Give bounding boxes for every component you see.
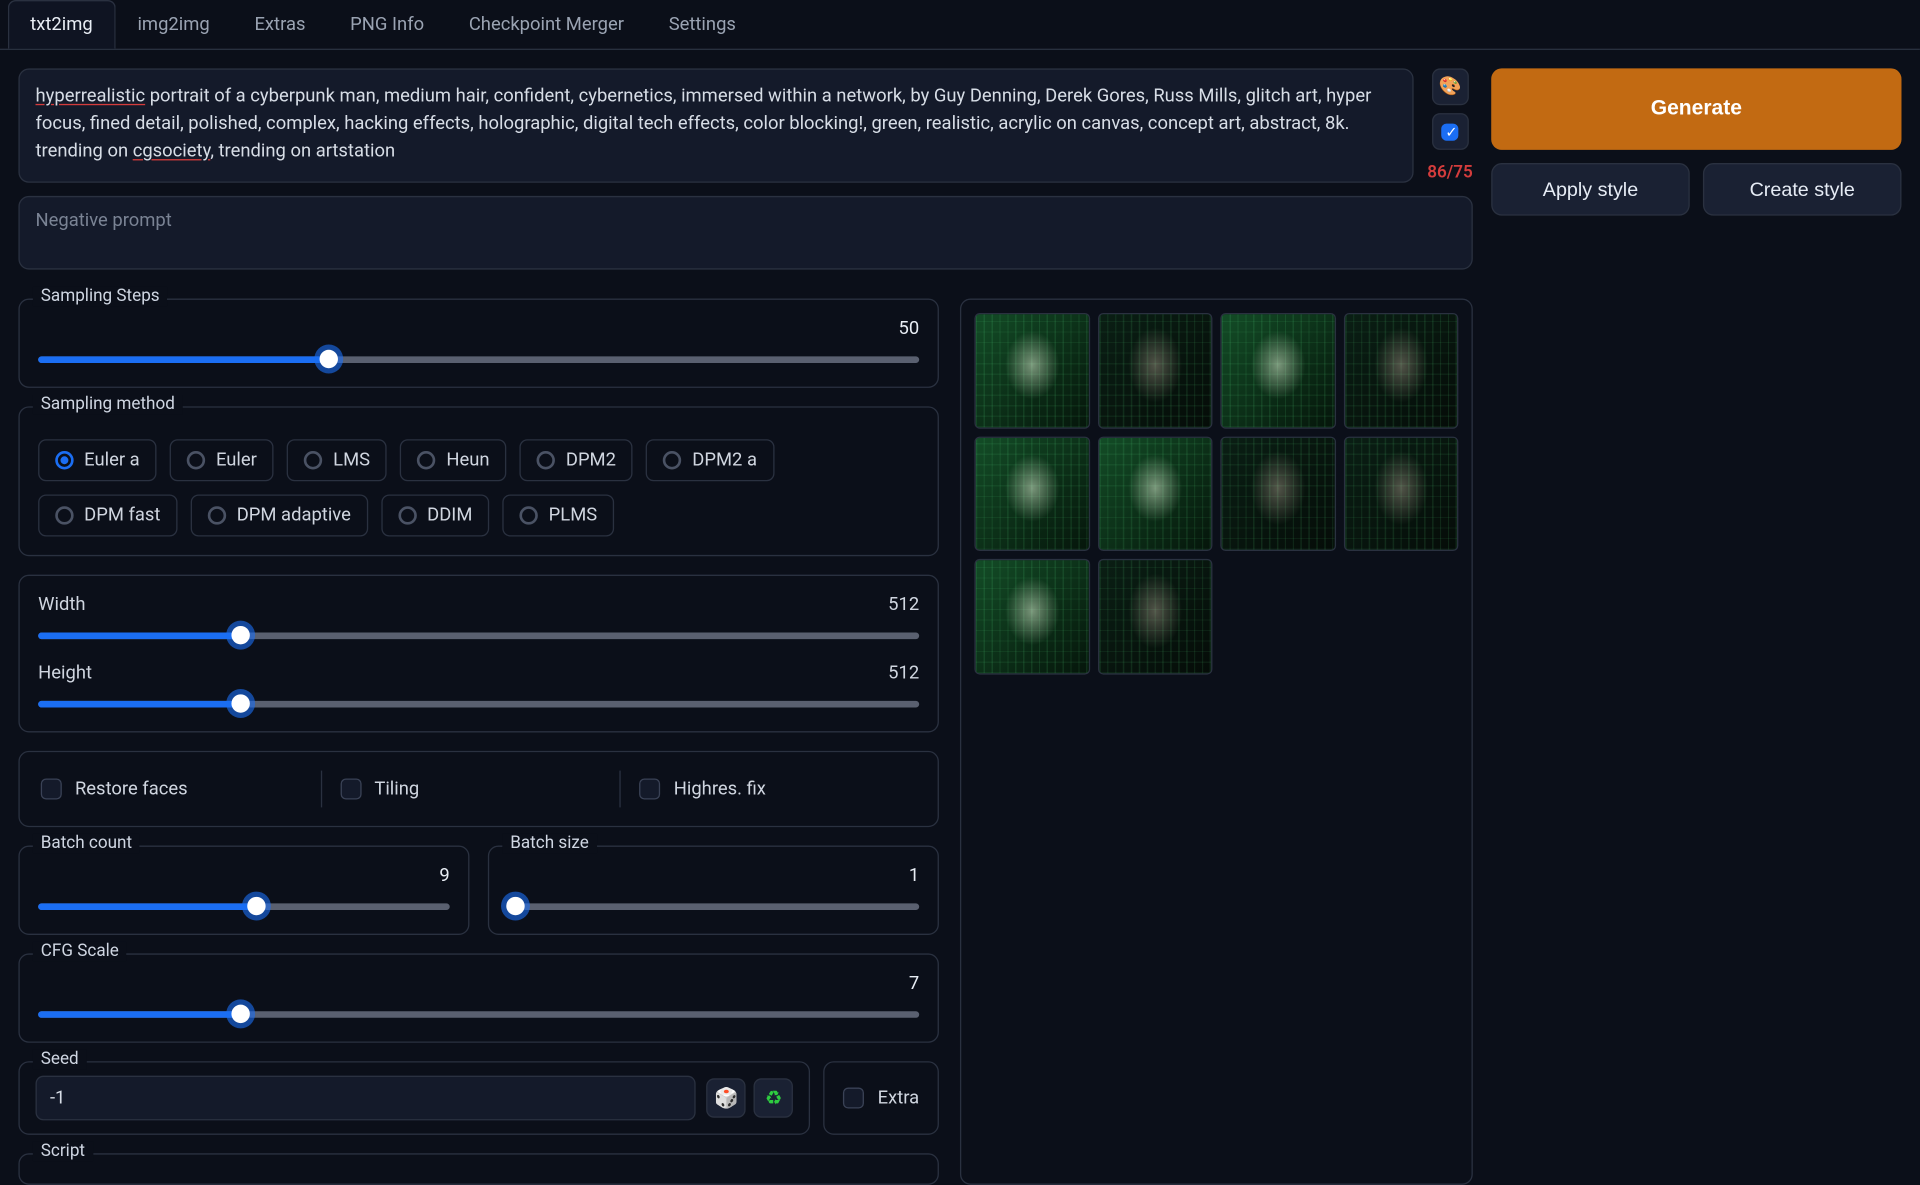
gallery-thumb[interactable]	[974, 313, 1089, 428]
generate-button[interactable]: Generate	[1491, 68, 1901, 150]
tab-png-info[interactable]: PNG Info	[328, 0, 447, 49]
width-slider[interactable]	[38, 626, 919, 644]
sampling-method-panel: Sampling method Euler a Euler LMS Heun D…	[18, 406, 939, 556]
height-value: 512	[888, 663, 919, 684]
batch-size-panel: Batch size 1	[488, 846, 939, 935]
apply-style-button[interactable]: Apply style	[1491, 163, 1690, 216]
batch-size-value: 1	[909, 865, 919, 886]
sampler-heun[interactable]: Heun	[400, 439, 506, 481]
tab-extras[interactable]: Extras	[232, 0, 328, 49]
tab-img2img[interactable]: img2img	[115, 0, 232, 49]
tiling-check[interactable]: Tiling	[320, 771, 619, 808]
sampler-euler-a[interactable]: Euler a	[38, 439, 157, 481]
sampling-steps-slider[interactable]	[38, 350, 919, 368]
read-params-button[interactable]	[1432, 113, 1469, 150]
seed-random-button[interactable]: 🎲	[707, 1078, 746, 1117]
sampling-method-label: Sampling method	[33, 395, 183, 415]
sampling-steps-label: Sampling Steps	[33, 287, 168, 307]
script-panel: Script	[18, 1153, 939, 1185]
gallery-thumb[interactable]	[1343, 313, 1458, 428]
sampler-plms[interactable]: PLMS	[503, 494, 615, 536]
sampler-euler[interactable]: Euler	[170, 439, 274, 481]
seed-extra-check[interactable]: Extra	[824, 1061, 939, 1135]
gallery-thumb[interactable]	[1097, 313, 1212, 428]
sampling-steps-value: 50	[898, 318, 919, 339]
create-style-button[interactable]: Create style	[1703, 163, 1902, 216]
dimensions-panel: Width 512 Height 512	[18, 575, 939, 733]
cfg-scale-panel: CFG Scale 7	[18, 953, 939, 1042]
seed-panel: Seed -1 🎲 ♻	[18, 1061, 810, 1135]
seed-reuse-button[interactable]: ♻	[754, 1078, 793, 1117]
options-panel: Restore faces Tiling Highres. fix	[18, 751, 939, 827]
token-counter: 86/75	[1427, 163, 1473, 183]
tab-settings[interactable]: Settings	[646, 0, 758, 49]
gallery-thumb[interactable]	[974, 559, 1089, 674]
restore-faces-check[interactable]: Restore faces	[38, 771, 320, 808]
seed-input[interactable]: -1	[36, 1076, 697, 1121]
batch-count-slider[interactable]	[38, 897, 450, 915]
prompt-input[interactable]: hyperrealistic portrait of a cyberpunk m…	[18, 68, 1414, 182]
interrogate-button[interactable]: 🎨	[1432, 68, 1469, 105]
gallery-thumb[interactable]	[1220, 436, 1335, 551]
cfg-scale-slider[interactable]	[38, 1005, 919, 1023]
sampler-dpm-adaptive[interactable]: DPM adaptive	[191, 494, 368, 536]
tab-txt2img[interactable]: txt2img	[8, 0, 115, 49]
width-label: Width	[38, 594, 85, 615]
cfg-scale-value: 7	[909, 973, 919, 994]
gallery-thumb[interactable]	[1343, 436, 1458, 551]
sampler-dpm-fast[interactable]: DPM fast	[38, 494, 177, 536]
tab-checkpoint-merger[interactable]: Checkpoint Merger	[446, 0, 646, 49]
output-gallery	[960, 299, 1473, 1185]
gallery-thumb[interactable]	[974, 436, 1089, 551]
height-label: Height	[38, 663, 92, 684]
sampler-ddim[interactable]: DDIM	[381, 494, 489, 536]
main-tabs: txt2img img2img Extras PNG Info Checkpoi…	[0, 0, 1920, 50]
sampler-lms[interactable]: LMS	[287, 439, 387, 481]
width-value: 512	[888, 594, 919, 615]
height-slider[interactable]	[38, 694, 919, 712]
batch-count-value: 9	[439, 865, 449, 886]
check-icon	[1441, 123, 1458, 140]
sampler-dpm2a[interactable]: DPM2 a	[646, 439, 774, 481]
palette-icon: 🎨	[1439, 76, 1462, 97]
dice-icon: 🎲	[714, 1086, 739, 1110]
gallery-thumb[interactable]	[1220, 313, 1335, 428]
gallery-thumb[interactable]	[1097, 559, 1212, 674]
negative-prompt-input[interactable]: Negative prompt	[18, 196, 1472, 270]
batch-size-slider[interactable]	[508, 897, 920, 915]
batch-count-panel: Batch count 9	[18, 846, 469, 935]
highres-fix-check[interactable]: Highres. fix	[620, 771, 919, 808]
sampler-dpm2[interactable]: DPM2	[520, 439, 633, 481]
gallery-thumb[interactable]	[1097, 436, 1212, 551]
recycle-icon: ♻	[765, 1086, 783, 1110]
sampling-steps-panel: Sampling Steps 50	[18, 299, 939, 388]
